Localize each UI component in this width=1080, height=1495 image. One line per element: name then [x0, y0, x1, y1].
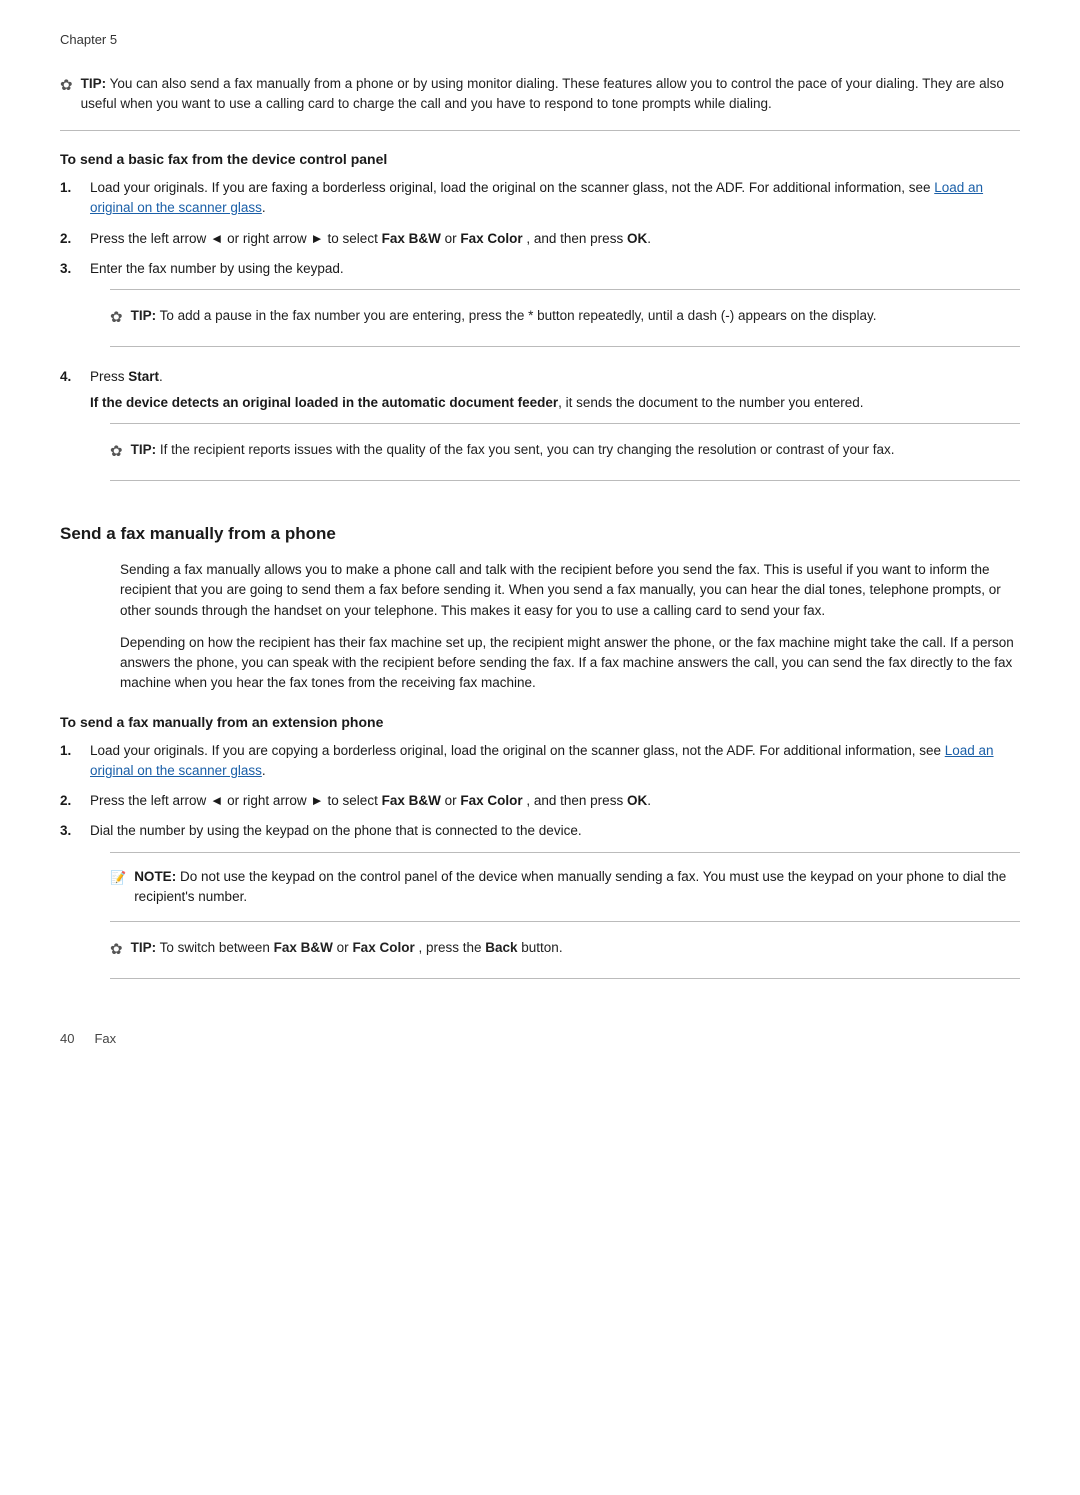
step1-1-num: 1. [60, 178, 82, 219]
step1-4-sub: If the device detects an original loaded… [90, 393, 1020, 413]
tip1-icon: ✿ [60, 75, 73, 115]
step2-1-num: 1. [60, 741, 82, 782]
tip4-content-box: ✿ TIP: To switch between Fax B&W or Fax … [110, 932, 1020, 968]
footer-page-num: 40 [60, 1029, 74, 1049]
tip1-content: TIP: You can also send a fax manually fr… [81, 74, 1020, 115]
divider-tip3-bot [110, 480, 1020, 481]
step1-4-start: Start [128, 369, 159, 384]
tip4-box: ✿ TIP: To switch between Fax B&W or Fax … [110, 932, 1020, 979]
note1-icon: 📝 [110, 868, 126, 908]
step1-2: 2. Press the left arrow ◄ or right arrow… [60, 229, 1020, 249]
link-scanner-glass-2[interactable]: Load an original on the scanner glass [90, 743, 994, 778]
step1-2-bold3: OK [627, 231, 647, 246]
step2-3: 3. Dial the number by using the keypad o… [60, 821, 1020, 988]
note1-label: NOTE: [134, 869, 176, 884]
tip4-content: TIP: To switch between Fax B&W or Fax Co… [131, 938, 563, 962]
tip2-box: ✿ TIP: To add a pause in the fax number … [110, 289, 1020, 347]
section1-heading: To send a basic fax from the device cont… [60, 149, 1020, 170]
body-para2: Depending on how the recipient has their… [120, 633, 1020, 694]
step2-3-num: 3. [60, 821, 82, 988]
divider-tip3-top [110, 423, 1020, 424]
step2-2-content: Press the left arrow ◄ or right arrow ► … [90, 791, 1020, 811]
tip4-bold3: Back [485, 940, 517, 955]
tip3-text: If the recipient reports issues with the… [160, 442, 895, 457]
footer: 40 Fax [60, 1029, 1020, 1049]
step1-2-bold2: Fax Color [460, 231, 522, 246]
tip3-label: TIP: [131, 442, 157, 457]
step2-1: 1. Load your originals. If you are copyi… [60, 741, 1020, 782]
chapter-label: Chapter 5 [60, 30, 1020, 50]
note1-content-box: 📝 NOTE: Do not use the keypad on the con… [110, 863, 1020, 912]
tip1-box: ✿ TIP: You can also send a fax manually … [60, 68, 1020, 121]
tip3-content-box: ✿ TIP: If the recipient reports issues w… [110, 434, 1020, 470]
tip1-text: You can also send a fax manually from a … [81, 76, 1004, 111]
tip2-icon: ✿ [110, 307, 123, 330]
section2-heading: To send a fax manually from an extension… [60, 712, 1020, 733]
step1-3-content: Enter the fax number by using the keypad… [90, 259, 1020, 357]
step2-2-num: 2. [60, 791, 82, 811]
tip2-content: TIP: To add a pause in the fax number yo… [131, 306, 877, 330]
step1-3-num: 3. [60, 259, 82, 357]
step1-4-num: 4. [60, 367, 82, 491]
step1-2-num: 2. [60, 229, 82, 249]
tip4-bold1: Fax B&W [274, 940, 333, 955]
step1-2-content: Press the left arrow ◄ or right arrow ► … [90, 229, 1020, 249]
divider-tip2-bot [110, 346, 1020, 347]
divider-note1-top [110, 852, 1020, 853]
tip3-box: ✿ TIP: If the recipient reports issues w… [110, 423, 1020, 481]
steps-list-1: 1. Load your originals. If you are faxin… [60, 178, 1020, 491]
step2-1-content: Load your originals. If you are copying … [90, 741, 1020, 782]
note1-text: Do not use the keypad on the control pan… [134, 869, 1006, 904]
tip3-content: TIP: If the recipient reports issues wit… [131, 440, 895, 464]
step1-1: 1. Load your originals. If you are faxin… [60, 178, 1020, 219]
step1-2-bold1: Fax B&W [382, 231, 441, 246]
link-scanner-glass-1[interactable]: Load an original on the scanner glass [90, 180, 983, 215]
tip4-icon: ✿ [110, 939, 123, 962]
tip4-label: TIP: [131, 940, 157, 955]
divider-tip4-bot [110, 978, 1020, 979]
note1-box: 📝 NOTE: Do not use the keypad on the con… [110, 852, 1020, 923]
divider-note1-bot [110, 921, 1020, 922]
tip4-bold2: Fax Color [352, 940, 414, 955]
step2-2-bold1: Fax B&W [382, 793, 441, 808]
step2-3-content: Dial the number by using the keypad on t… [90, 821, 1020, 988]
footer-section: Fax [94, 1029, 116, 1049]
step1-1-content: Load your originals. If you are faxing a… [90, 178, 1020, 219]
steps-list-2: 1. Load your originals. If you are copyi… [60, 741, 1020, 989]
step2-2-bold2: Fax Color [460, 793, 522, 808]
divider1 [60, 130, 1020, 131]
step1-3: 3. Enter the fax number by using the key… [60, 259, 1020, 357]
main-section-title: Send a fax manually from a phone [60, 521, 1020, 547]
tip1-label: TIP: [81, 76, 107, 91]
step2-2: 2. Press the left arrow ◄ or right arrow… [60, 791, 1020, 811]
tip2-text: To add a pause in the fax number you are… [160, 308, 877, 323]
tip2-label: TIP: [131, 308, 157, 323]
step2-2-bold3: OK [627, 793, 647, 808]
divider-tip2-top [110, 289, 1020, 290]
note1-content: NOTE: Do not use the keypad on the contr… [134, 867, 1020, 908]
step1-4: 4. Press Start. If the device detects an… [60, 367, 1020, 491]
step1-4-content: Press Start. If the device detects an or… [90, 367, 1020, 491]
tip3-icon: ✿ [110, 441, 123, 464]
body-para1: Sending a fax manually allows you to mak… [120, 560, 1020, 621]
tip2-content-box: ✿ TIP: To add a pause in the fax number … [110, 300, 1020, 336]
step1-4-sub-bold: If the device detects an original loaded… [90, 395, 558, 410]
